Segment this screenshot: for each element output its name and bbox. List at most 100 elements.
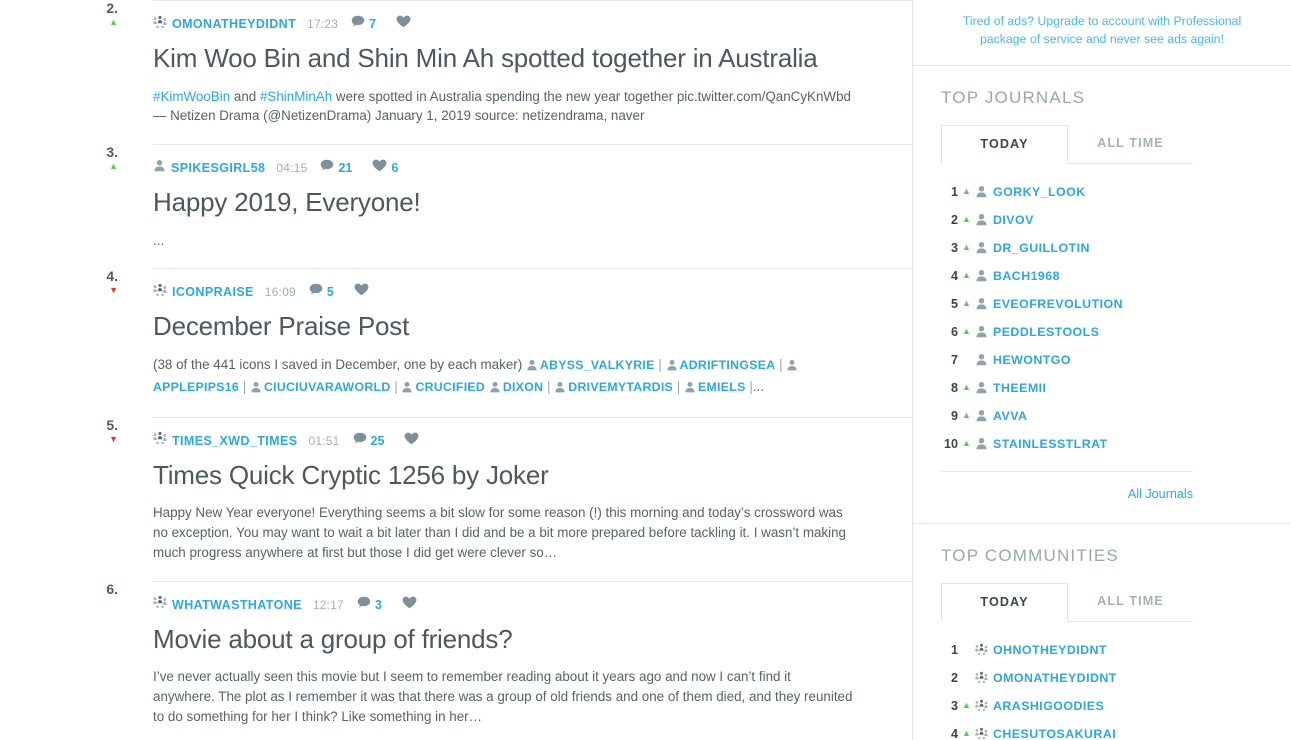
ad-upgrade-link[interactable]: Tired of ads? Upgrade to account with Pr… xyxy=(941,12,1263,49)
comment-icon[interactable] xyxy=(351,15,365,33)
journal-link[interactable]: GORKY_LOOK xyxy=(993,185,1086,199)
entry-time: 04:15 xyxy=(276,161,308,176)
all-journals-link[interactable]: All Journals xyxy=(1128,487,1193,501)
rank-row[interactable]: 9 ▲ AVVA xyxy=(913,402,1291,430)
journal-link[interactable]: PEDDLESTOOLS xyxy=(993,325,1099,339)
entry-meta: SPIKESGIRL58 04:15 21 6 xyxy=(153,159,892,177)
main-feed: 2. ▲ OMONATHEYDIDNT 17:23 7 Kim Woo Bin and S… xyxy=(0,0,913,740)
rank-number: 7 xyxy=(950,352,958,367)
user-icon xyxy=(975,213,988,226)
journal-link[interactable]: BACH1968 xyxy=(993,269,1060,283)
user-icon xyxy=(489,381,501,396)
like-icon[interactable] xyxy=(402,596,417,614)
rank-row[interactable]: 3 ▲ DR_GUILLOTIN xyxy=(913,234,1291,262)
user-link[interactable]: CRUCIFIED xyxy=(415,380,485,394)
entry-title[interactable]: December Praise Post xyxy=(153,310,892,343)
entry-author-link[interactable]: TIMES_XWD_TIMES xyxy=(172,434,297,448)
community-link[interactable]: CHESUTOSAKURAI xyxy=(993,727,1116,740)
trend-up-icon: ▲ xyxy=(962,270,971,281)
user-link[interactable]: ADRIFTINGSEA xyxy=(680,358,776,372)
community-icon xyxy=(153,431,167,450)
top-journals-list: 1 ▲ GORKY_LOOK 2 ▲ DIVOV 3 ▲ DR_GUILLOTIN 4 ▲ BACH1… xyxy=(913,164,1291,458)
rank-row[interactable]: 6 ▲ PEDDLESTOOLS xyxy=(913,318,1291,346)
entry-title[interactable]: Happy 2019, Everyone! xyxy=(153,186,892,219)
entry-author-link[interactable]: SPIKESGIRL58 xyxy=(171,161,265,175)
community-icon xyxy=(975,671,988,684)
entry-counters: 7 xyxy=(351,15,411,33)
user-link[interactable]: ABYSS_VALKYRIE xyxy=(540,358,655,372)
entry-snippet: (38 of the 441 icons I saved in December… xyxy=(153,355,853,399)
entry-meta: WHATWASTHATONE 12:17 3 xyxy=(153,595,892,614)
rank-row[interactable]: 1 ▲ GORKY_LOOK xyxy=(913,178,1291,206)
rank-row[interactable]: 1 OHNOTHEYDIDNT xyxy=(913,636,1291,664)
trend-down-icon: ▼ xyxy=(109,285,118,296)
user-link[interactable]: APPLEPIPS16 xyxy=(153,380,239,394)
rank-row[interactable]: 5 ▲ EVEOFREVOLUTION xyxy=(913,290,1291,318)
user-link[interactable]: DIXON xyxy=(503,380,543,394)
entry-title[interactable]: Kim Woo Bin and Shin Min Ah spotted toge… xyxy=(153,42,892,75)
like-icon[interactable] xyxy=(404,432,419,450)
hashtag-link[interactable]: #ShinMinAh xyxy=(260,89,332,104)
comment-icon[interactable] xyxy=(320,159,334,177)
journal-link[interactable]: AVVA xyxy=(993,409,1027,423)
trend-down-icon: ▼ xyxy=(109,433,118,444)
community-icon xyxy=(975,699,988,712)
entry-title[interactable]: Movie about a group of friends? xyxy=(153,623,892,656)
rank-row[interactable]: 3 ▲ ARASHIGOODIES xyxy=(913,692,1291,720)
user-icon xyxy=(975,409,988,422)
hashtag-link[interactable]: #KimWooBin xyxy=(153,89,230,104)
tab-communities-today[interactable]: TODAY xyxy=(941,582,1068,622)
rank-row[interactable]: 10 ▲ STAINLESSTLRAT xyxy=(913,430,1291,458)
like-icon[interactable] xyxy=(372,159,387,177)
community-link[interactable]: OMONATHEYDIDNT xyxy=(993,671,1117,685)
entry-title[interactable]: Times Quick Cryptic 1256 by Joker xyxy=(153,459,892,492)
journal-link[interactable]: DIVOV xyxy=(993,213,1034,227)
tab-journals-all-time[interactable]: ALL TIME xyxy=(1068,125,1193,163)
rank-number: 5 xyxy=(950,296,958,311)
journal-link[interactable]: DR_GUILLOTIN xyxy=(993,241,1090,255)
entry-author-link[interactable]: OMONATHEYDIDNT xyxy=(172,17,296,31)
rank-number: 1 xyxy=(950,642,958,657)
rank-row[interactable]: 2 OMONATHEYDIDNT xyxy=(913,664,1291,692)
journal-link[interactable]: THEEMII xyxy=(993,381,1046,395)
rank-row[interactable]: 7 HEWONTGO xyxy=(913,346,1291,374)
community-link[interactable]: ARASHIGOODIES xyxy=(993,699,1104,713)
comment-count: 5 xyxy=(326,285,334,300)
like-icon[interactable] xyxy=(396,15,411,33)
rank-number: 3 xyxy=(950,698,958,713)
rank-number: 6. xyxy=(106,580,118,597)
rank-row[interactable]: 8 ▲ THEEMII xyxy=(913,374,1291,402)
comment-icon[interactable] xyxy=(309,283,323,301)
trend-up-icon: ▲ xyxy=(962,298,971,309)
entry-meta: OMONATHEYDIDNT 17:23 7 xyxy=(153,15,892,33)
rank-row[interactable]: 4 ▲ CHESUTOSAKURAI xyxy=(913,720,1291,740)
rank-number: 4. xyxy=(106,268,118,285)
rank-row[interactable]: 2 ▲ DIVOV xyxy=(913,206,1291,234)
entry-author-link[interactable]: WHATWASTHATONE xyxy=(172,598,302,612)
rank-row[interactable]: 4 ▲ BACH1968 xyxy=(913,262,1291,290)
user-link[interactable]: EMIELS xyxy=(698,380,746,394)
sidebar: Tired of ads? Upgrade to account with Pr… xyxy=(913,0,1291,740)
user-link[interactable]: CIUCIUVARAWORLD xyxy=(264,380,391,394)
user-icon xyxy=(153,159,166,177)
comment-icon[interactable] xyxy=(357,596,371,614)
rank-number: 2 xyxy=(950,670,958,685)
user-link[interactable]: DRIVEMYTARDIS xyxy=(568,380,673,394)
entry-author-link[interactable]: ICONPRAISE xyxy=(172,285,254,299)
top-journals-tabs: TODAY ALL TIME xyxy=(941,124,1193,164)
community-link[interactable]: OHNOTHEYDIDNT xyxy=(993,643,1107,657)
tab-communities-all-time[interactable]: ALL TIME xyxy=(1068,583,1193,621)
tab-journals-today[interactable]: TODAY xyxy=(941,124,1068,164)
all-journals-row: All Journals xyxy=(941,470,1193,523)
feed-entry: 6. WHATWASTHATONE 12:17 3 Movie about a grou… xyxy=(106,580,912,740)
rank-number: 1 xyxy=(950,184,958,199)
comment-icon[interactable] xyxy=(353,432,367,450)
rank-number: 3 xyxy=(950,240,958,255)
journal-link[interactable]: STAINLESSTLRAT xyxy=(993,437,1108,451)
feed-entry: 3. ▲ SPIKESGIRL58 04:15 21 6 Happy 2019, Every… xyxy=(106,144,912,268)
like-icon[interactable] xyxy=(354,283,369,301)
comment-count: 3 xyxy=(374,597,382,612)
comment-count: 21 xyxy=(338,161,353,176)
journal-link[interactable]: HEWONTGO xyxy=(993,353,1071,367)
journal-link[interactable]: EVEOFREVOLUTION xyxy=(993,297,1123,311)
